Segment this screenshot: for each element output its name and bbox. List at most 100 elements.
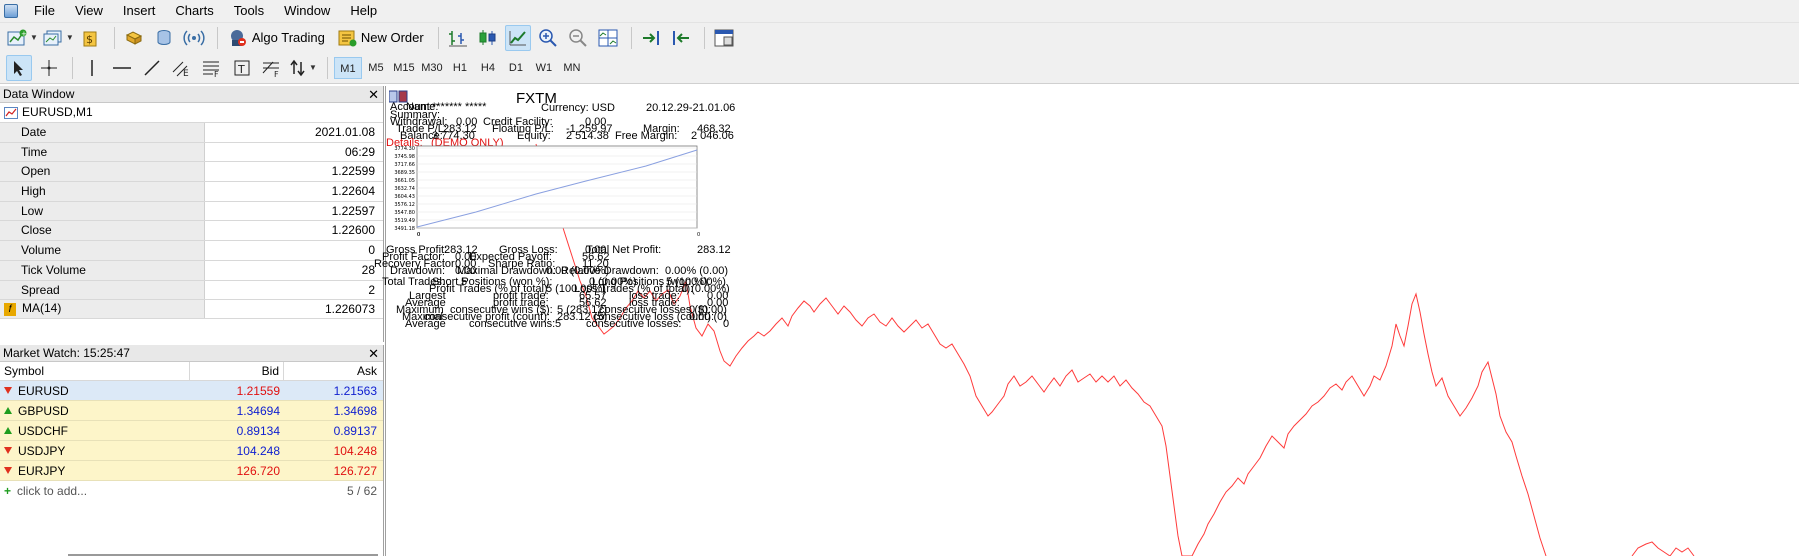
report-equity-value: 2 514.38 [566, 130, 609, 142]
column-bid[interactable]: Bid [190, 362, 284, 380]
symbol-row-gbpusd[interactable]: GBPUSD 1.34694 1.34698 [0, 401, 383, 421]
chart-window[interactable]: FXTM Account: Name: ******* ***** Curren… [374, 86, 1799, 556]
indicator-icon: f [4, 302, 16, 316]
line-chart-icon [509, 30, 526, 45]
data-row-indicator: f MA(14) 1.226073 [0, 299, 383, 319]
tile-windows-button[interactable] [595, 25, 621, 51]
bar-chart-button[interactable] [445, 25, 471, 51]
timeframe-w1[interactable]: W1 [530, 57, 558, 79]
timeframe-m30[interactable]: M30 [418, 57, 446, 79]
symbol-row-eurjpy[interactable]: EURJPY 126.720 126.727 [0, 461, 383, 481]
add-symbol-row[interactable]: + click to add... 5 / 62 [0, 481, 383, 501]
data-row-close: Close 1.22600 [0, 220, 383, 241]
symbol-row-eurusd[interactable]: EURUSD 1.21559 1.21563 [0, 381, 383, 401]
profiles-button[interactable]: ▼ [42, 25, 74, 51]
timeframe-mn[interactable]: MN [558, 57, 586, 79]
algo-trading-icon [230, 29, 246, 46]
chart-icon [4, 106, 18, 119]
balance-y-tick: 3547.80 [394, 210, 415, 216]
channel-icon: E [172, 61, 189, 78]
templates-button[interactable] [711, 25, 737, 51]
symbol-row-usdchf[interactable]: USDCHF 0.89134 0.89137 [0, 421, 383, 441]
svg-text:$: $ [86, 33, 93, 46]
report-free-margin-value: 2 046.06 [691, 130, 734, 142]
cursor-icon [14, 60, 23, 76]
data-row-open: Open 1.22599 [0, 161, 383, 182]
arrows-button[interactable]: ▼ [289, 55, 317, 81]
zoom-in-button[interactable] [535, 25, 561, 51]
timeframe-d1[interactable]: D1 [502, 57, 530, 79]
data-window-title: Data Window ✕ [0, 86, 383, 103]
timeframe-h4[interactable]: H4 [474, 57, 502, 79]
gann-icon: F [262, 61, 279, 78]
report-period: 20.12.29-21.01.06 [646, 102, 736, 114]
chart-shift-icon [672, 30, 689, 45]
market-watch-header: Symbol Bid Ask [0, 362, 383, 381]
report-account-value: ******* ***** [432, 101, 487, 113]
balance-y-tick: 3661.05 [394, 178, 415, 184]
line-chart-button[interactable] [504, 24, 531, 51]
balance-x-tick: 0 [417, 232, 420, 238]
tile-windows-icon [598, 29, 618, 46]
profiles-icon [43, 30, 62, 45]
menu-insert[interactable]: Insert [113, 0, 166, 22]
close-icon[interactable]: ✕ [368, 345, 379, 362]
market-watch-button[interactable]: $ [78, 25, 104, 51]
svg-text:+: + [21, 30, 27, 38]
data-window-button[interactable] [151, 25, 177, 51]
timeframe-m1[interactable]: M1 [333, 56, 362, 79]
report-currency: Currency: USD [541, 102, 615, 114]
equidistant-channel-button[interactable]: E [169, 55, 195, 81]
vertical-line-button[interactable] [79, 55, 105, 81]
autoscroll-button[interactable] [638, 25, 664, 51]
report-equity-label: Equity: [517, 130, 551, 142]
algo-trading-button[interactable]: Algo Trading [224, 25, 329, 51]
fibonacci-button[interactable]: F [199, 55, 225, 81]
chart-shift-button[interactable] [668, 25, 694, 51]
signals-button[interactable] [181, 25, 207, 51]
new-order-button[interactable]: New Order [333, 25, 428, 51]
menu-charts[interactable]: Charts [165, 0, 223, 22]
timeframe-h1[interactable]: H1 [446, 57, 474, 79]
balance-y-tick: 3491.18 [394, 226, 415, 232]
balance-y-tick: 3576.12 [394, 202, 415, 208]
trendline-button[interactable] [139, 55, 165, 81]
menu-file[interactable]: File [24, 0, 65, 22]
up-arrow-icon [4, 407, 12, 414]
cursor-button[interactable] [6, 54, 32, 81]
report-stat-text: 0.00 (0) [689, 311, 727, 323]
horizontal-line-button[interactable] [109, 55, 135, 81]
down-arrow-icon [4, 387, 12, 394]
trading-report: FXTM Account: Name: ******* ***** Curren… [374, 86, 735, 336]
menu-help[interactable]: Help [340, 0, 387, 22]
balance-y-tick: 3774.30 [394, 146, 415, 152]
navigator-button[interactable] [121, 25, 147, 51]
text-button[interactable]: T [229, 55, 255, 81]
fibonacci-icon: F [203, 61, 219, 78]
zoom-out-button[interactable] [565, 25, 591, 51]
crosshair-button[interactable] [36, 55, 62, 81]
data-row-tick-volume: Tick Volume 28 [0, 259, 383, 280]
data-window-symbol: EURUSD,M1 [0, 103, 383, 122]
timeframe-m5[interactable]: M5 [362, 57, 390, 79]
column-symbol[interactable]: Symbol [0, 362, 190, 380]
gann-button[interactable]: F [259, 55, 285, 81]
new-chart-button[interactable]: + ▼ [6, 25, 38, 51]
balance-y-tick: 3604.43 [394, 194, 415, 200]
candlestick-button[interactable] [475, 25, 501, 51]
column-ask[interactable]: Ask [284, 362, 383, 380]
market-watch-title-text: Market Watch: 15:25:47 [3, 346, 130, 360]
symbol-row-usdjpy[interactable]: USDJPY 104.248 104.248 [0, 441, 383, 461]
timeframe-m15[interactable]: M15 [390, 57, 418, 79]
menu-window[interactable]: Window [274, 0, 340, 22]
report-stat-text: 0 [723, 318, 730, 330]
menu-view[interactable]: View [65, 0, 113, 22]
templates-icon [714, 29, 734, 46]
data-row-high: High 1.22604 [0, 181, 383, 201]
balance-y-tick: 3745.98 [394, 154, 415, 160]
svg-text:T: T [237, 63, 245, 76]
menu-tools[interactable]: Tools [224, 0, 274, 22]
trendline-icon [144, 59, 160, 76]
crosshair-icon [41, 59, 57, 76]
close-icon[interactable]: ✕ [368, 86, 379, 103]
